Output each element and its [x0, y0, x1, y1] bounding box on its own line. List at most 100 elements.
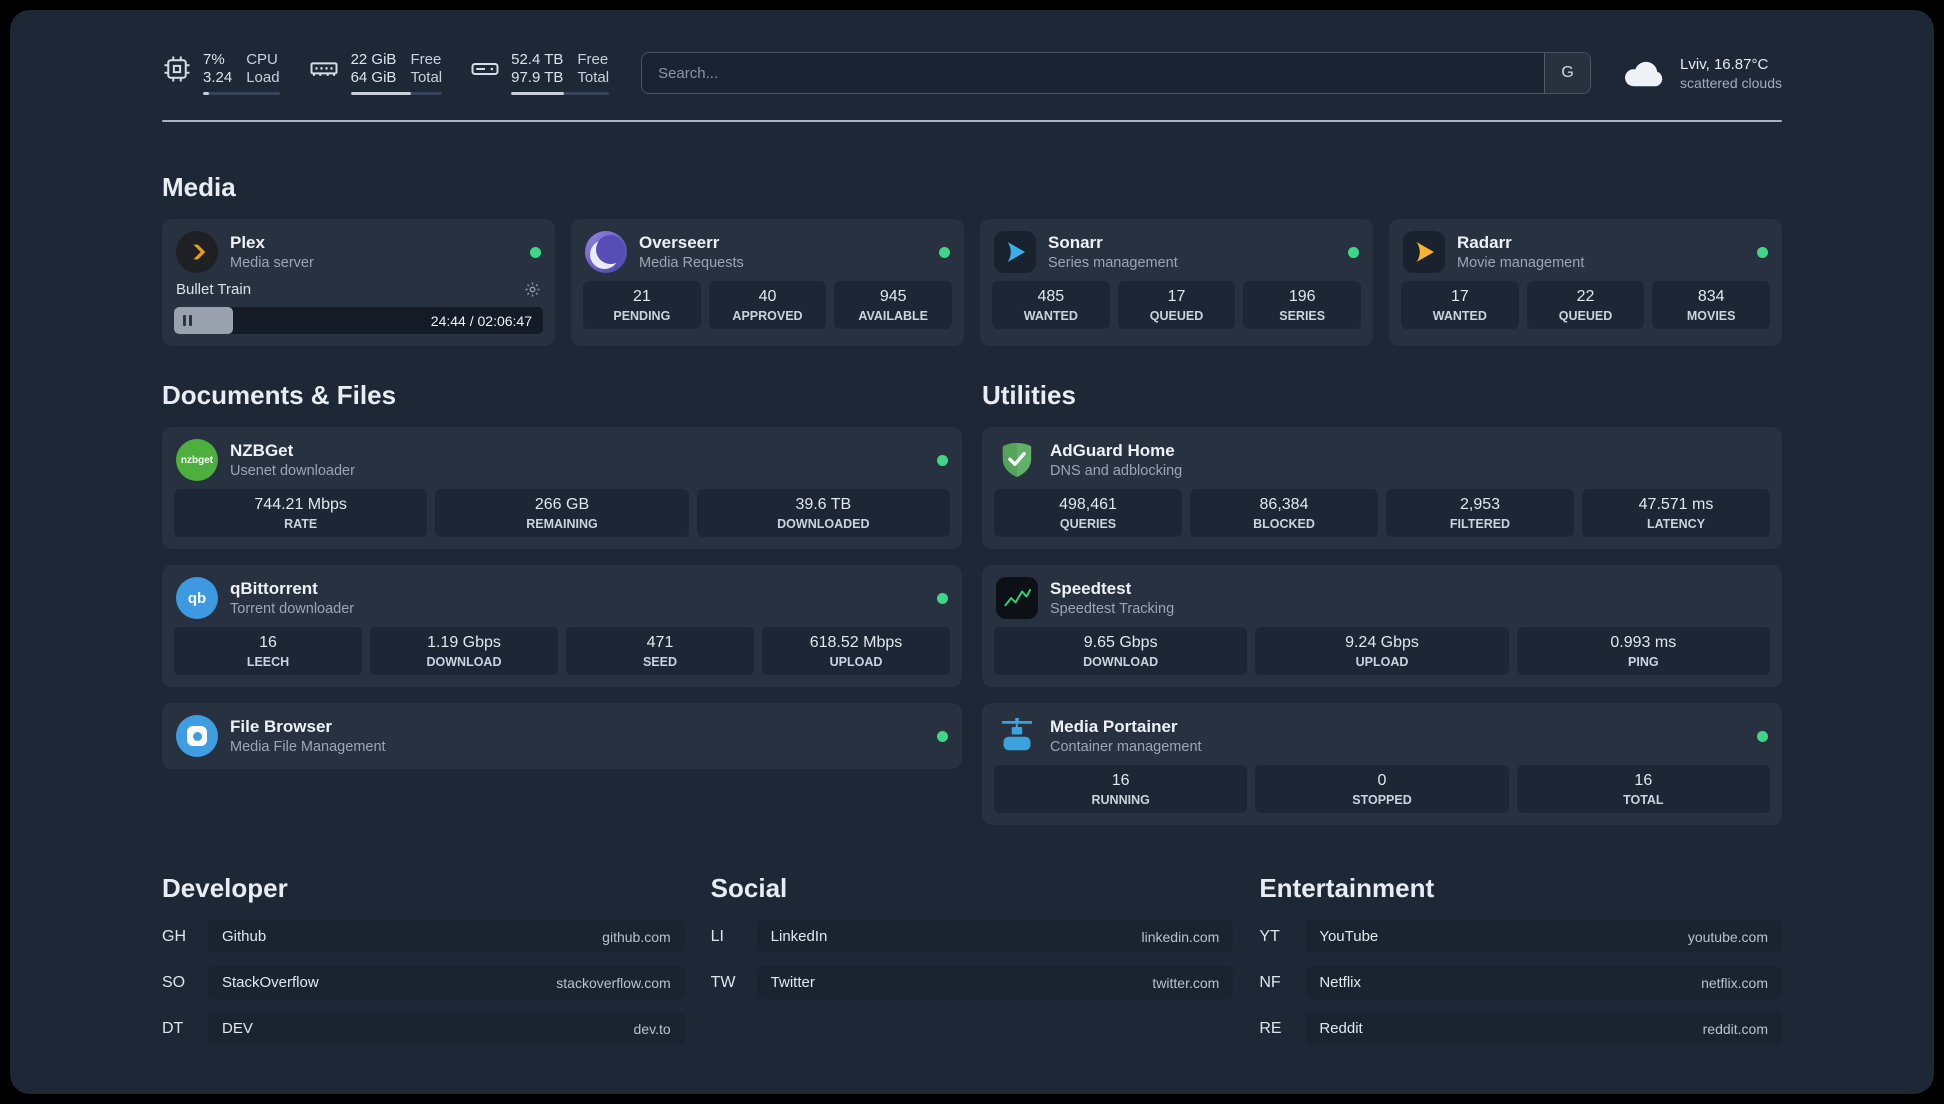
bookmark-link-reddit[interactable]: Reddit reddit.com: [1305, 1012, 1782, 1045]
bookmark-link-stackoverflow[interactable]: StackOverflow stackoverflow.com: [208, 966, 685, 999]
stat-tile: 21 PENDING: [583, 281, 701, 329]
section-title-documents: Documents & Files: [162, 380, 397, 410]
stat-label: STOPPED: [1352, 793, 1412, 807]
service-card-plex[interactable]: Plex Media server Bullet Train 24:44 / 0…: [162, 219, 555, 346]
bookmark-link-dev[interactable]: DEV dev.to: [208, 1012, 685, 1045]
stat-label: QUEUED: [1558, 309, 1613, 323]
search-provider-button[interactable]: G: [1544, 53, 1591, 93]
bookmark-name: YouTube: [1319, 928, 1379, 945]
sonarr-icon: [994, 231, 1036, 273]
weather-location: Lviv, 16.87°C: [1680, 55, 1769, 73]
status-dot: [939, 246, 950, 258]
bookmarks-developer: Developer GH Github github.com SO StackO…: [162, 873, 685, 1045]
service-card-overseerr[interactable]: Overseerr Media Requests 21 PENDING 40 A…: [571, 219, 964, 346]
bookmark-row: DT DEV dev.to: [162, 1012, 685, 1045]
service-card-radarr[interactable]: Radarr Movie management 17 WANTED 22 QUE…: [1389, 219, 1782, 346]
disk-usage-bar: [511, 92, 610, 95]
bookmark-abbr: NF: [1259, 973, 1281, 991]
stat-value: 17: [1167, 288, 1186, 305]
stat-label: WANTED: [1023, 309, 1078, 323]
service-card-filebrowser[interactable]: File Browser Media File Management: [162, 703, 962, 769]
status-dot: [530, 246, 541, 258]
overseerr-icon: [585, 231, 627, 273]
service-name: qBittorrent: [230, 579, 318, 598]
stat-value: 2,953: [1459, 496, 1501, 513]
stat-label: APPROVED: [732, 309, 803, 323]
bookmark-row: GH Github github.com: [162, 920, 685, 953]
stat-label: BLOCKED: [1253, 517, 1315, 531]
search-input[interactable]: [642, 53, 1545, 93]
bookmarks-title-social: Social: [710, 873, 788, 903]
stat-value: 9.65 Gbps: [1083, 634, 1158, 651]
stat-tile: 471 SEED: [566, 627, 754, 675]
stat-value: 39.6 TB: [795, 496, 852, 513]
service-name: Overseerr: [639, 233, 720, 252]
disk-total-value: 97.9 TB: [511, 69, 564, 86]
stat-tile: 1.19 Gbps DOWNLOAD: [370, 627, 558, 675]
stat-tile: 485 WANTED: [992, 281, 1110, 329]
stat-value: 16: [1111, 772, 1130, 789]
gear-icon[interactable]: [524, 281, 541, 298]
bookmark-link-youtube[interactable]: YouTube youtube.com: [1305, 920, 1782, 953]
stat-tile: 2,953 FILTERED: [1386, 489, 1574, 537]
memory-total-value: 64 GiB: [350, 69, 397, 86]
service-name: Sonarr: [1048, 233, 1103, 252]
stat-tile: 16 RUNNING: [994, 765, 1248, 813]
service-subtitle: DNS and adblocking: [1050, 463, 1183, 479]
bookmark-abbr: LI: [710, 927, 724, 945]
bookmark-url: twitter.com: [1152, 974, 1220, 991]
topbar: 7% 3.24 CPU Load 22 GiB 64 GiB Free Tota…: [162, 44, 1782, 102]
bookmark-link-netflix[interactable]: Netflix netflix.com: [1305, 966, 1782, 999]
stat-tile: 618.52 Mbps UPLOAD: [762, 627, 950, 675]
radarr-icon: [1403, 231, 1445, 273]
service-name: AdGuard Home: [1050, 441, 1175, 460]
service-card-adguard[interactable]: AdGuard Home DNS and adblocking 498,461 …: [982, 427, 1782, 549]
service-card-sonarr[interactable]: Sonarr Series management 485 WANTED 17 Q…: [980, 219, 1373, 346]
stat-value: 21: [632, 288, 651, 305]
stat-value: 618.52 Mbps: [809, 634, 903, 651]
stat-label: UPLOAD: [829, 655, 883, 669]
disk-free-label: Free: [577, 51, 609, 68]
memory-widget: 22 GiB 64 GiB Free Total: [308, 51, 443, 95]
media-grid: Plex Media server Bullet Train 24:44 / 0…: [162, 219, 1782, 346]
dashboard-app: 7% 3.24 CPU Load 22 GiB 64 GiB Free Tota…: [10, 10, 1934, 1094]
bookmarks-social: Social LI LinkedIn linkedin.com TW Twitt…: [711, 873, 1234, 1045]
bookmark-link-linkedin[interactable]: LinkedIn linkedin.com: [756, 920, 1234, 953]
search-bar: G: [641, 52, 1592, 94]
stat-value: 196: [1288, 288, 1316, 305]
playback-progress-bar[interactable]: 24:44 / 02:06:47: [174, 307, 543, 334]
service-card-speedtest[interactable]: Speedtest Speedtest Tracking 9.65 Gbps D…: [982, 565, 1782, 687]
section-title-media: Media: [162, 172, 236, 202]
service-card-qbittorrent[interactable]: qb qBittorrent Torrent downloader 16 LEE…: [162, 565, 962, 687]
cpu-widget: 7% 3.24 CPU Load: [162, 51, 280, 95]
bookmark-link-twitter[interactable]: Twitter twitter.com: [756, 966, 1234, 999]
service-card-portainer[interactable]: Media Portainer Container management 16 …: [982, 703, 1782, 825]
cpu-usage-bar: [203, 92, 280, 95]
bookmark-name: DEV: [222, 1020, 253, 1037]
stat-tile: 9.24 Gbps UPLOAD: [1255, 627, 1509, 675]
status-dot: [937, 592, 948, 604]
bookmark-url: github.com: [602, 928, 671, 945]
stat-value: 9.24 Gbps: [1345, 634, 1419, 651]
portainer-icon: [996, 715, 1038, 757]
service-name: Plex: [230, 233, 265, 252]
adguard-icon: [996, 439, 1038, 481]
disk-widget: 52.4 TB 97.9 TB Free Total: [470, 51, 610, 95]
service-card-nzbget[interactable]: nzbget NZBGet Usenet downloader 744.21 M…: [162, 427, 962, 549]
memory-free-value: 22 GiB: [350, 51, 397, 68]
bookmark-abbr: RE: [1259, 1019, 1282, 1037]
bookmark-name: LinkedIn: [770, 928, 828, 945]
stat-value: 945: [879, 288, 907, 305]
stat-label: UPLOAD: [1355, 655, 1409, 669]
stat-tile: 16 LEECH: [174, 627, 362, 675]
memory-free-label: Free: [410, 51, 442, 68]
bookmark-link-github[interactable]: Github github.com: [208, 920, 685, 953]
now-playing-title: Bullet Train: [176, 281, 252, 298]
status-dot: [937, 730, 948, 742]
stat-label: DOWNLOADED: [777, 517, 870, 531]
stat-value: 471: [646, 634, 674, 651]
service-subtitle: Container management: [1050, 739, 1202, 755]
stat-value: 1.19 Gbps: [427, 634, 501, 651]
stat-tile: 40 APPROVED: [708, 281, 827, 329]
stat-label: SERIES: [1279, 309, 1326, 323]
